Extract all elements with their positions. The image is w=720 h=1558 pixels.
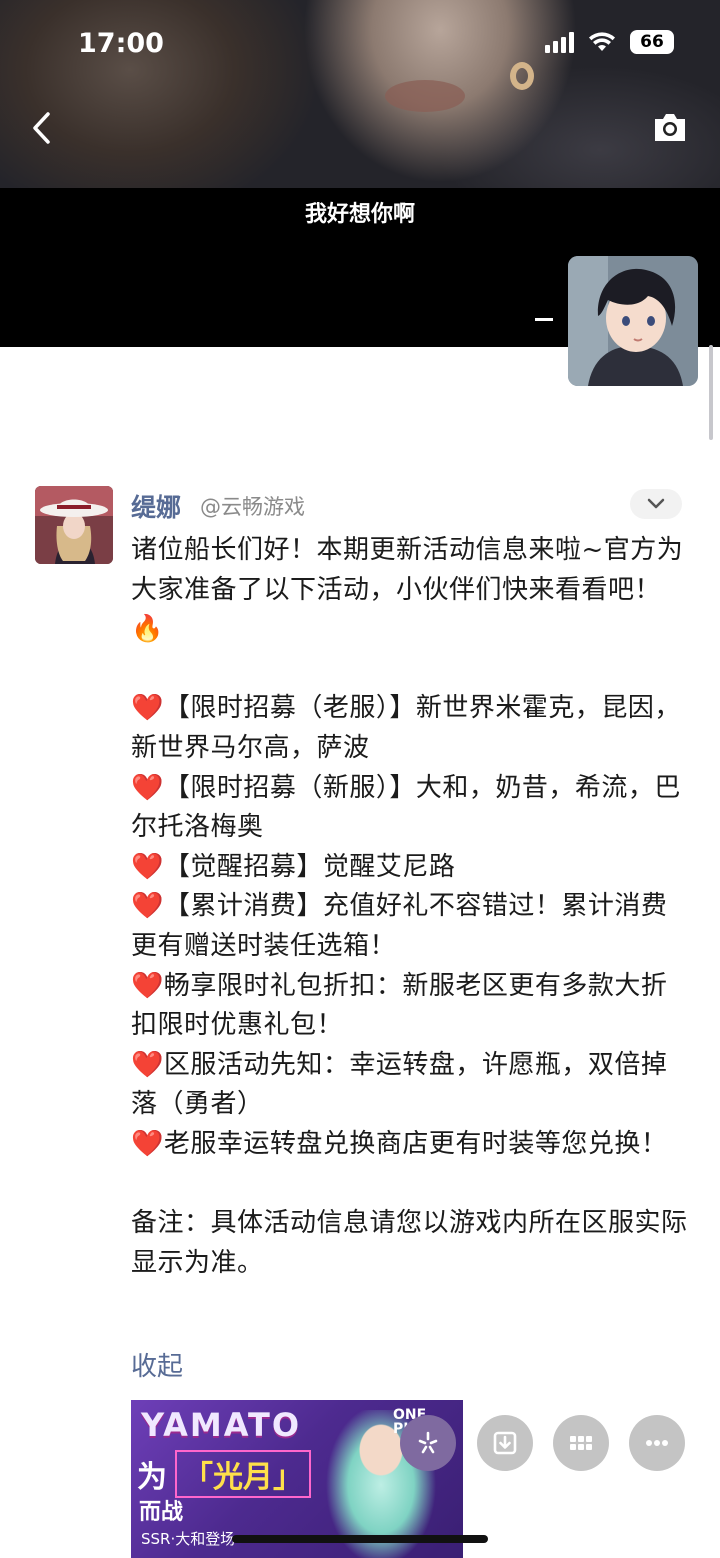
image-line1-prefix: 为 <box>137 1460 167 1495</box>
avatar-image <box>35 486 113 564</box>
signal-icon <box>545 31 574 53</box>
wifi-icon <box>589 32 615 51</box>
grid-icon <box>570 1436 592 1450</box>
heart-icon: ❤️ <box>131 970 164 1001</box>
list-item: ❤️区服活动先知：幸运转盘，许愿瓶，双倍掉落（勇者） <box>131 1049 668 1120</box>
list-item: ❤️【觉醒招募】觉醒艾尼路 <box>131 851 456 882</box>
status-time: 17:00 <box>78 28 164 59</box>
sparkle-icon <box>418 1431 438 1454</box>
scrollbar[interactable] <box>709 345 713 440</box>
camera-button[interactable] <box>652 110 688 144</box>
list-item: ❤️【限时招募（新服）】大和，奶昔，希流，巴尔托洛梅奥 <box>131 772 681 843</box>
collapse-link[interactable]: 收起 <box>131 1346 183 1383</box>
list-item: ❤️【累计消费】充值好礼不容错过！累计消费更有赠送时装任选箱！ <box>131 891 668 961</box>
image-title: YAMATO <box>141 1406 302 1444</box>
post-note: 备注：具体活动信息请您以游戏内所在区服实际显示为准。 <box>131 1208 688 1278</box>
author-handle: @云畅游戏 <box>200 495 305 519</box>
post-options-button[interactable] <box>630 489 682 519</box>
sparkle-button[interactable] <box>400 1415 456 1471</box>
image-ssr-caption: SSR·大和登场 <box>141 1530 236 1548</box>
list-item: ❤️畅享限时礼包折扣：新服老区更有多款大折扣限时优惠礼包！ <box>131 970 668 1041</box>
list-item: ❤️老服幸运转盘兑换商店更有时装等您兑换！ <box>131 1128 668 1159</box>
home-indicator[interactable] <box>232 1535 488 1543</box>
chevron-left-icon <box>33 112 50 144</box>
video-subtitle: 我好想你啊 <box>304 202 415 227</box>
chevron-down-icon <box>647 498 665 509</box>
post-intro: 诸位船长们好！本期更新活动信息来啦~官方为大家准备了以下活动，小伙伴们快来看看吧… <box>131 535 684 645</box>
minimize-handle[interactable] <box>535 318 553 321</box>
download-icon <box>493 1431 517 1455</box>
more-icon <box>646 1440 668 1446</box>
more-button[interactable] <box>629 1415 685 1471</box>
grid-button[interactable] <box>553 1415 609 1471</box>
heart-icon: ❤️ <box>131 1128 164 1159</box>
fire-emoji: 🔥 <box>131 614 164 645</box>
author-avatar[interactable] <box>35 486 113 564</box>
heart-icon: ❤️ <box>131 772 164 803</box>
pip-avatar-image <box>568 256 698 386</box>
heart-icon: ❤️ <box>131 851 164 882</box>
list-item: ❤️【限时招募（老服）】新世界米霍克，昆因，新世界马尔高，萨波 <box>131 693 681 763</box>
download-button[interactable] <box>477 1415 533 1471</box>
post-text: 诸位船长们好！本期更新活动信息来啦~官方为大家准备了以下活动，小伙伴们快来看看吧… <box>131 531 691 1283</box>
author-name[interactable]: 缇娜 <box>131 488 181 524</box>
image-line2: 而战 <box>139 1500 184 1525</box>
heart-icon: ❤️ <box>131 891 164 922</box>
video-face-detail <box>385 80 465 112</box>
image-line1-highlight: 「光月」 <box>175 1450 311 1498</box>
pip-video-window[interactable] <box>568 256 698 386</box>
heart-icon: ❤️ <box>131 693 164 724</box>
heart-icon: ❤️ <box>131 1049 164 1080</box>
back-button[interactable] <box>26 108 58 148</box>
video-earring-detail <box>510 62 534 90</box>
status-icons: 66 <box>545 30 674 54</box>
battery-indicator: 66 <box>630 30 674 54</box>
camera-icon <box>655 114 685 141</box>
